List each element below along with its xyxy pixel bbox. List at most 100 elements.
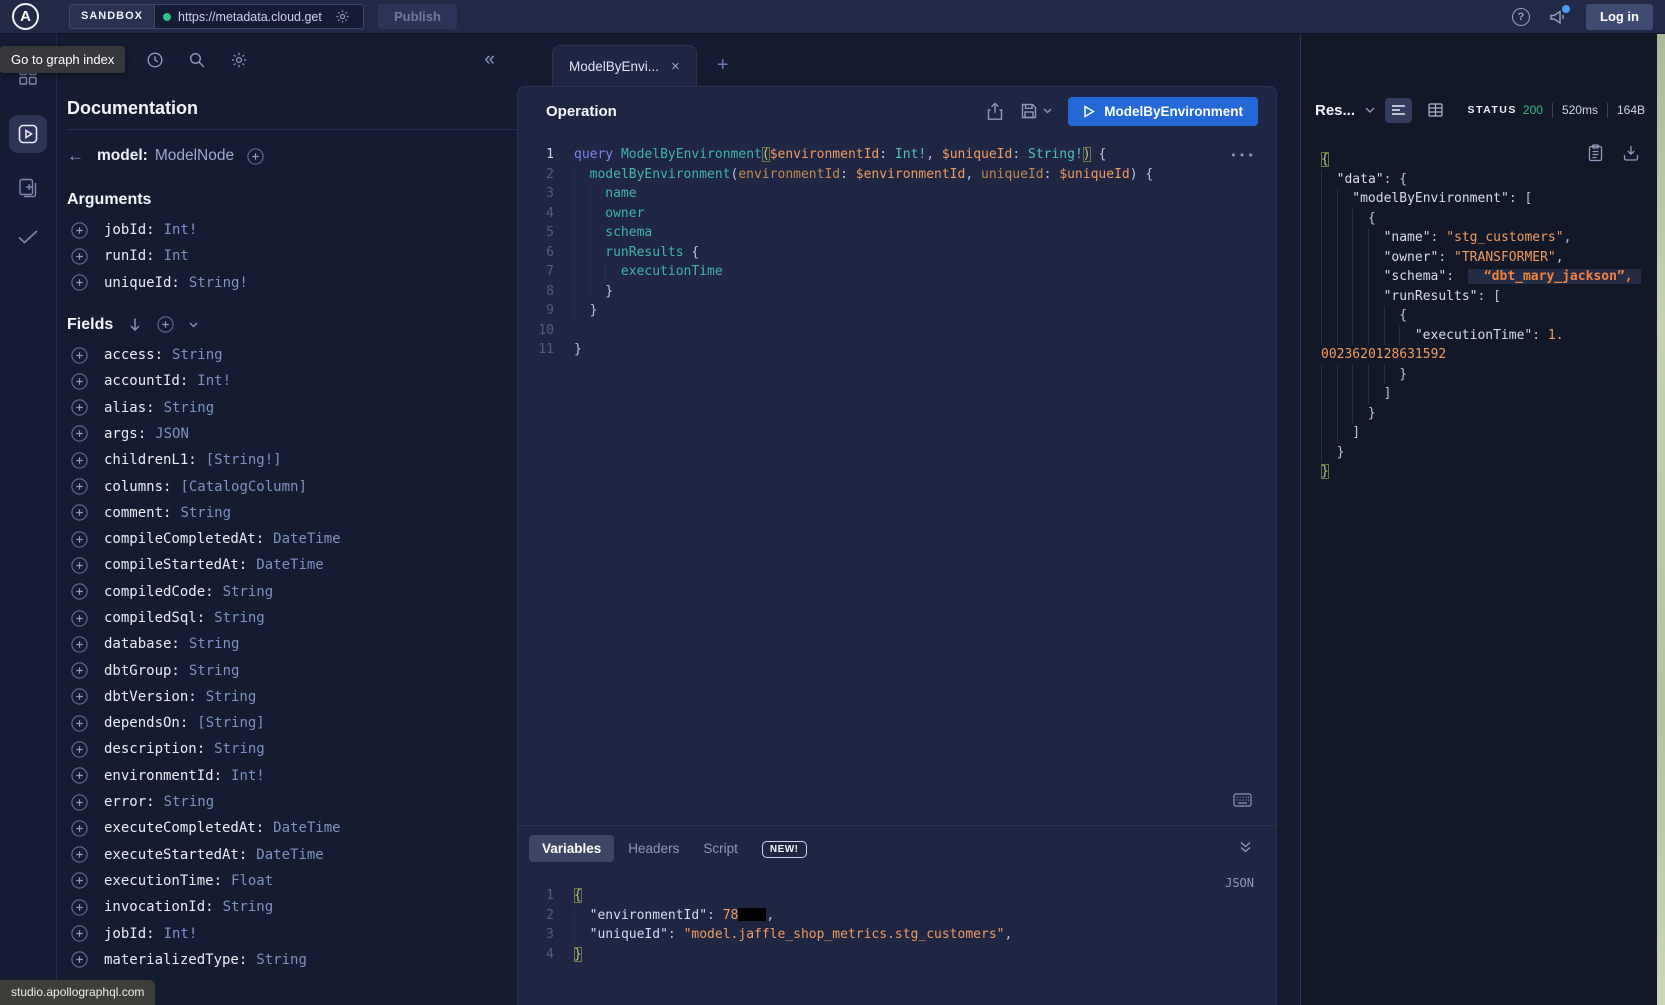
collapse-panel-chevrons-icon[interactable] <box>1239 840 1252 858</box>
search-icon[interactable] <box>188 51 206 69</box>
field-row[interactable]: materializedType:String <box>67 947 517 973</box>
field-row[interactable]: compiledSql:String <box>67 605 517 631</box>
announcements-icon[interactable] <box>1548 7 1568 27</box>
main-panel: ModelByEnvi... × + Operation <box>517 34 1277 1005</box>
field-row[interactable]: database:String <box>67 631 517 657</box>
endpoint-url-input[interactable]: https://metadata.cloud.get <box>155 5 363 28</box>
response-dropdown-label[interactable]: Res... <box>1315 102 1355 119</box>
add-field-plus-icon[interactable] <box>71 478 88 495</box>
add-field-plus-icon[interactable] <box>71 715 88 732</box>
argument-row[interactable]: uniqueId:String! <box>67 270 517 296</box>
field-row[interactable]: error:String <box>67 789 517 815</box>
response-dropdown-chevron-icon[interactable] <box>1365 107 1375 114</box>
add-field-plus-icon[interactable] <box>71 925 88 942</box>
add-field-plus-icon[interactable] <box>71 399 88 416</box>
add-field-plus-icon[interactable] <box>71 557 88 574</box>
add-field-plus-icon[interactable] <box>71 688 88 705</box>
save-icon[interactable] <box>1020 102 1038 120</box>
field-row[interactable]: dbtGroup:String <box>67 657 517 683</box>
field-row[interactable]: executeCompletedAt:DateTime <box>67 815 517 841</box>
argument-row[interactable]: jobId:Int! <box>67 217 517 243</box>
collapse-sidebar-icon[interactable]: « <box>484 49 493 71</box>
fields-options-chevron-icon[interactable] <box>189 322 198 328</box>
field-row[interactable]: compileStartedAt:DateTime <box>67 552 517 578</box>
field-row[interactable]: args:JSON <box>67 421 517 447</box>
tree-view-toggle-icon[interactable] <box>1385 98 1412 123</box>
copy-response-icon[interactable] <box>1588 144 1603 162</box>
download-response-icon[interactable] <box>1623 144 1639 162</box>
back-arrow-icon[interactable]: ← <box>67 146 84 166</box>
editor-menu-icon[interactable]: ••• <box>1230 149 1256 162</box>
field-row[interactable]: comment:String <box>67 500 517 526</box>
field-row[interactable]: alias:String <box>67 394 517 420</box>
field-row[interactable]: executionTime:Float <box>67 868 517 894</box>
add-field-plus-icon[interactable] <box>71 899 88 916</box>
add-field-plus-icon[interactable] <box>71 846 88 863</box>
explorer-nav-icon[interactable] <box>9 115 47 153</box>
add-fields-icon[interactable] <box>157 316 174 333</box>
field-row[interactable]: dependsOn:[String] <box>67 710 517 736</box>
add-field-plus-icon[interactable] <box>71 741 88 758</box>
add-field-plus-icon[interactable] <box>71 583 88 600</box>
endpoint-settings-gear-icon[interactable] <box>335 9 350 24</box>
field-row[interactable]: compiledCode:String <box>67 579 517 605</box>
add-field-plus-icon[interactable] <box>71 794 88 811</box>
add-field-plus-icon[interactable] <box>71 222 88 239</box>
field-name: executeStartedAt: <box>104 847 247 863</box>
add-field-plus-icon[interactable] <box>71 373 88 390</box>
variables-editor[interactable]: JSON 1{2"environmentId": 78,3"uniqueId":… <box>518 872 1276 1005</box>
field-row[interactable]: environmentId:Int! <box>67 763 517 789</box>
add-field-plus-icon[interactable] <box>71 531 88 548</box>
field-row[interactable]: invocationId:String <box>67 894 517 920</box>
field-row[interactable]: dbtVersion:String <box>67 684 517 710</box>
add-field-plus-icon[interactable] <box>71 274 88 291</box>
add-all-fields-icon[interactable] <box>247 148 264 165</box>
field-row[interactable]: childrenL1:[String!] <box>67 447 517 473</box>
field-row[interactable]: executeStartedAt:DateTime <box>67 842 517 868</box>
add-field-plus-icon[interactable] <box>71 767 88 784</box>
add-field-plus-icon[interactable] <box>71 347 88 364</box>
operation-tab[interactable]: ModelByEnvi... × <box>552 45 697 86</box>
request-tab-variables[interactable]: Variables <box>529 835 614 862</box>
run-operation-button[interactable]: ModelByEnvironment <box>1068 97 1258 126</box>
add-field-plus-icon[interactable] <box>71 951 88 968</box>
collections-nav-icon[interactable] <box>17 177 39 204</box>
field-row[interactable]: description:String <box>67 736 517 762</box>
table-view-toggle-icon[interactable] <box>1422 98 1449 123</box>
field-row[interactable]: compileCompletedAt:DateTime <box>67 526 517 552</box>
history-icon[interactable] <box>146 51 164 69</box>
add-field-plus-icon[interactable] <box>71 452 88 469</box>
add-field-plus-icon[interactable] <box>71 504 88 521</box>
add-field-plus-icon[interactable] <box>71 872 88 889</box>
add-field-plus-icon[interactable] <box>71 636 88 653</box>
operation-title: Operation <box>546 103 617 120</box>
fields-title: Fields <box>67 316 113 334</box>
login-button[interactable]: Log in <box>1586 4 1653 30</box>
request-tab-headers[interactable]: Headers <box>628 841 679 856</box>
help-icon[interactable]: ? <box>1512 8 1530 26</box>
apollo-logo[interactable]: A <box>12 3 39 30</box>
breadcrumb-type[interactable]: ModelNode <box>155 147 234 165</box>
script-new-badge: NEW! <box>762 841 807 858</box>
add-field-plus-icon[interactable] <box>71 820 88 837</box>
share-icon[interactable] <box>986 102 1004 121</box>
settings-gear-icon[interactable] <box>230 51 248 69</box>
add-field-plus-icon[interactable] <box>71 425 88 442</box>
add-field-plus-icon[interactable] <box>71 248 88 265</box>
save-dropdown-chevron-icon[interactable] <box>1043 108 1052 114</box>
publish-button[interactable]: Publish <box>378 4 457 29</box>
field-row[interactable]: accountId:Int! <box>67 368 517 394</box>
sort-fields-icon[interactable] <box>128 317 142 332</box>
operation-editor[interactable]: 1query ModelByEnvironment($environmentId… <box>518 135 1276 825</box>
field-row[interactable]: columns:[CatalogColumn] <box>67 473 517 499</box>
add-field-plus-icon[interactable] <box>71 662 88 679</box>
add-field-plus-icon[interactable] <box>71 610 88 627</box>
argument-row[interactable]: runId:Int <box>67 243 517 269</box>
field-row[interactable]: jobId:Int! <box>67 920 517 946</box>
field-row[interactable]: access:String <box>67 342 517 368</box>
keyboard-shortcuts-icon[interactable] <box>1233 793 1252 811</box>
close-tab-icon[interactable]: × <box>671 58 680 75</box>
checklist-nav-icon[interactable] <box>16 228 40 251</box>
request-tab-script[interactable]: Script <box>703 841 738 856</box>
new-tab-icon[interactable]: + <box>717 54 729 77</box>
